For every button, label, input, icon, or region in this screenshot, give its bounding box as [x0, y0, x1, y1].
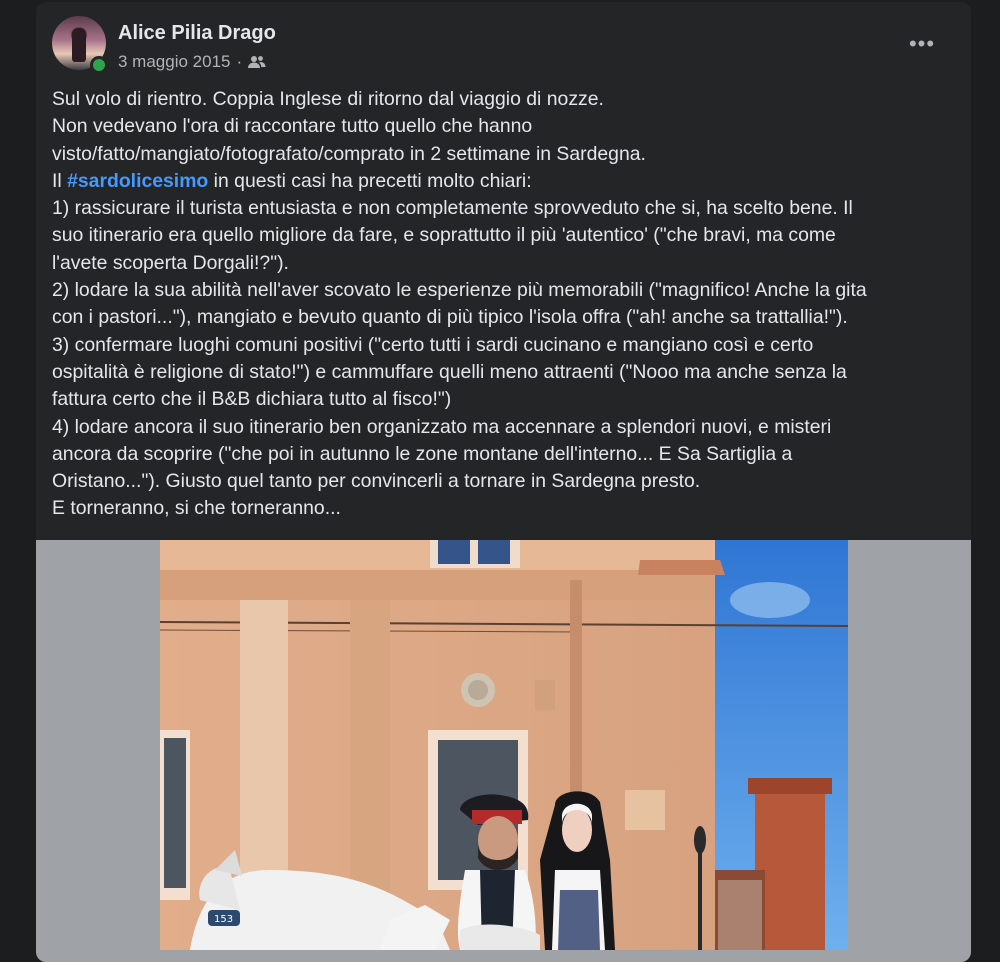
hashtag-prefix: Il — [52, 169, 68, 192]
photo-illustration: 153 — [160, 540, 848, 950]
text-line: 3) confermare luoghi comuni positivi ("c… — [52, 333, 814, 356]
post-card: Alice Pilia Drago 3 maggio 2015 · ••• Su… — [36, 2, 971, 962]
text-line-hashtag: Il #sardolicesimo in questi casi ha prec… — [52, 168, 957, 195]
text-line: Non vedevano l'ora di raccontare tutto q… — [52, 115, 533, 138]
author-name[interactable]: Alice Pilia Drago — [118, 22, 276, 45]
post-meta: 3 maggio 2015 · — [118, 52, 266, 72]
post-text: Sul volo di rientro. Coppia Inglese di r… — [52, 86, 957, 523]
text-line: con i pastori..."), mangiato e bevuto qu… — [52, 306, 848, 329]
post-photo-container[interactable]: 153 — [36, 540, 971, 962]
more-options-icon[interactable]: ••• — [904, 26, 940, 62]
text-line: 4) lodare ancora il suo itinerario ben o… — [52, 415, 832, 438]
avatar-figure — [72, 28, 86, 62]
text-line: 1) rassicurare il turista entusiasta e n… — [52, 197, 853, 220]
text-line: 2) lodare la sua abilità nell'aver scova… — [52, 279, 867, 302]
post-date[interactable]: 3 maggio 2015 — [118, 52, 230, 72]
text-line: l'avete scoperta Dorgali!?"). — [52, 251, 289, 274]
friends-icon[interactable] — [248, 55, 266, 69]
post-header: Alice Pilia Drago 3 maggio 2015 · ••• — [52, 16, 952, 76]
text-line: fattura certo che il B&B dichiara tutto … — [52, 388, 452, 411]
text-line: E torneranno, si che torneranno... — [52, 497, 341, 520]
meta-separator: · — [236, 52, 243, 71]
hashtag-link[interactable]: #sardolicesimo — [67, 170, 208, 192]
online-status-dot — [90, 56, 108, 74]
text-line: suo itinerario era quello migliore da fa… — [52, 224, 836, 247]
text-line: ancora da scoprire ("che poi in autunno … — [52, 442, 793, 465]
text-line: ospitalità è religione di stato!") e cam… — [52, 360, 847, 383]
post-photo[interactable]: 153 — [160, 540, 848, 950]
text-line: visto/fatto/mangiato/fotografato/comprat… — [52, 142, 646, 165]
photo-badge: 153 — [214, 914, 233, 925]
text-line: Oristano..."). Giusto quel tanto per con… — [52, 470, 701, 493]
text-line: Sul volo di rientro. Coppia Inglese di r… — [52, 88, 604, 110]
hashtag-suffix: in questi casi ha precetti molto chiari: — [208, 169, 532, 192]
